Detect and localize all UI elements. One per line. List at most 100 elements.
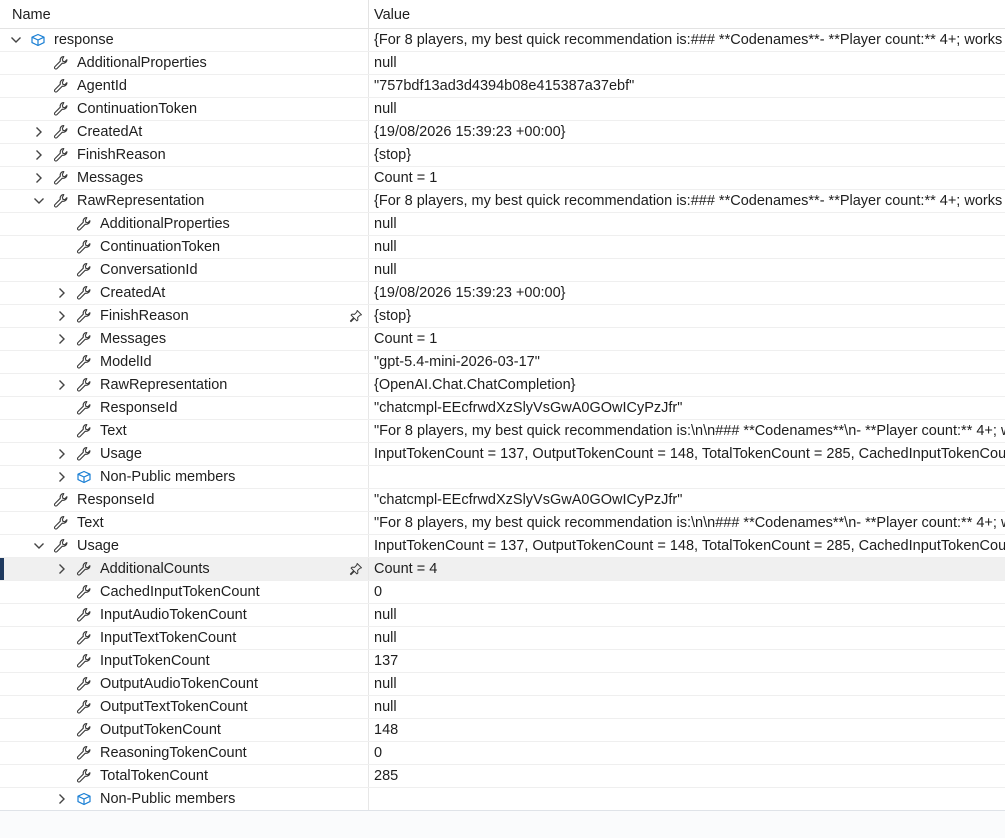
tree-row-usage[interactable]: Usage InputTokenCount = 137, OutputTokenC… (0, 535, 1005, 558)
name-cell[interactable]: OutputTextTokenCount (0, 696, 368, 718)
value-cell[interactable]: "chatcmpl-EEcfrwdXzSlyVsGwA0GOwICyPzJfr" (368, 397, 1005, 419)
value-cell[interactable]: 0 (368, 581, 1005, 603)
value-cell[interactable]: "For 8 players, my best quick recommenda… (368, 420, 1005, 442)
chevron-down-icon[interactable] (33, 540, 45, 552)
name-cell[interactable]: Usage (0, 535, 368, 557)
name-column-header[interactable]: Name (12, 0, 51, 28)
value-cell[interactable]: null (368, 696, 1005, 718)
name-cell[interactable]: CreatedAt (0, 282, 368, 304)
value-cell[interactable]: 148 (368, 719, 1005, 741)
tree-row-continuationtoken[interactable]: ContinuationToken null (0, 236, 1005, 259)
name-cell[interactable]: ModelId (0, 351, 368, 373)
chevron-right-icon[interactable] (56, 379, 68, 391)
tree-row-additionalcounts[interactable]: AdditionalCounts Count = 4 (0, 558, 1005, 581)
name-cell[interactable]: OutputTokenCount (0, 719, 368, 741)
chevron-right-icon[interactable] (56, 471, 68, 483)
name-cell[interactable]: RawRepresentation (0, 374, 368, 396)
value-cell[interactable]: 285 (368, 765, 1005, 787)
tree-row-conversationid[interactable]: ConversationId null (0, 259, 1005, 282)
name-cell[interactable]: Messages (0, 167, 368, 189)
tree-row-text[interactable]: Text "For 8 players, my best quick recomm… (0, 420, 1005, 443)
tree-row-messages[interactable]: Messages Count = 1 (0, 328, 1005, 351)
name-cell[interactable]: FinishReason (0, 305, 368, 327)
value-cell[interactable]: null (368, 236, 1005, 258)
value-cell[interactable]: 137 (368, 650, 1005, 672)
tree-row-rawrepresentation[interactable]: RawRepresentation {OpenAI.Chat.ChatComple… (0, 374, 1005, 397)
value-cell[interactable]: {stop} (368, 305, 1005, 327)
tree-row-non-public-members[interactable]: Non-Public members (0, 466, 1005, 489)
value-cell[interactable]: InputTokenCount = 137, OutputTokenCount … (368, 535, 1005, 557)
tree-row-reasoningtokencount[interactable]: ReasoningTokenCount 0 (0, 742, 1005, 765)
tree-row-text[interactable]: Text "For 8 players, my best quick recomm… (0, 512, 1005, 535)
value-cell[interactable]: null (368, 604, 1005, 626)
value-cell[interactable]: null (368, 98, 1005, 120)
value-cell[interactable] (368, 466, 1005, 488)
tree-row-finishreason[interactable]: FinishReason {stop} (0, 305, 1005, 328)
value-cell[interactable]: {OpenAI.Chat.ChatCompletion} (368, 374, 1005, 396)
name-cell[interactable]: FinishReason (0, 144, 368, 166)
name-cell[interactable]: ResponseId (0, 397, 368, 419)
value-cell[interactable]: {stop} (368, 144, 1005, 166)
name-cell[interactable]: AdditionalProperties (0, 52, 368, 74)
name-cell[interactable]: OutputAudioTokenCount (0, 673, 368, 695)
value-cell[interactable]: null (368, 627, 1005, 649)
tree-row-rawrepresentation[interactable]: RawRepresentation {For 8 players, my best… (0, 190, 1005, 213)
name-cell[interactable]: ContinuationToken (0, 98, 368, 120)
name-cell[interactable]: CreatedAt (0, 121, 368, 143)
value-cell[interactable]: "chatcmpl-EEcfrwdXzSlyVsGwA0GOwICyPzJfr" (368, 489, 1005, 511)
name-cell[interactable]: ContinuationToken (0, 236, 368, 258)
tree-row-additionalproperties[interactable]: AdditionalProperties null (0, 213, 1005, 236)
name-cell[interactable]: Usage (0, 443, 368, 465)
tree-row-outputaudiotokencount[interactable]: OutputAudioTokenCount null (0, 673, 1005, 696)
tree-row-non-public-members[interactable]: Non-Public members (0, 788, 1005, 811)
name-cell[interactable]: ReasoningTokenCount (0, 742, 368, 764)
value-cell[interactable] (368, 788, 1005, 810)
value-cell[interactable]: {For 8 players, my best quick recommenda… (368, 29, 1005, 51)
tree-row-continuationtoken[interactable]: ContinuationToken null (0, 98, 1005, 121)
value-cell[interactable]: null (368, 259, 1005, 281)
column-divider[interactable] (368, 0, 369, 28)
pin-icon[interactable] (349, 309, 363, 323)
value-cell[interactable]: {For 8 players, my best quick recommenda… (368, 190, 1005, 212)
chevron-right-icon[interactable] (56, 287, 68, 299)
chevron-down-icon[interactable] (10, 34, 22, 46)
tree-row-createdat[interactable]: CreatedAt {19/08/2026 15:39:23 +00:00} (0, 282, 1005, 305)
tree-row-createdat[interactable]: CreatedAt {19/08/2026 15:39:23 +00:00} (0, 121, 1005, 144)
tree-row-inputtexttokencount[interactable]: InputTextTokenCount null (0, 627, 1005, 650)
value-cell[interactable]: null (368, 213, 1005, 235)
tree-row-response[interactable]: response {For 8 players, my best quick re… (0, 29, 1005, 52)
name-cell[interactable]: CachedInputTokenCount (0, 581, 368, 603)
name-cell[interactable]: AgentId (0, 75, 368, 97)
value-cell[interactable]: Count = 1 (368, 328, 1005, 350)
chevron-right-icon[interactable] (33, 126, 45, 138)
value-cell[interactable]: Count = 1 (368, 167, 1005, 189)
value-column-header[interactable]: Value (374, 0, 410, 28)
tree-row-finishreason[interactable]: FinishReason {stop} (0, 144, 1005, 167)
value-cell[interactable]: "gpt-5.4-mini-2026-03-17" (368, 351, 1005, 373)
name-cell[interactable]: Text (0, 420, 368, 442)
tree-row-outputtokencount[interactable]: OutputTokenCount 148 (0, 719, 1005, 742)
value-cell[interactable]: 0 (368, 742, 1005, 764)
value-cell[interactable]: "For 8 players, my best quick recommenda… (368, 512, 1005, 534)
value-cell[interactable]: "757bdf13ad3d4394b08e415387a37ebf" (368, 75, 1005, 97)
name-cell[interactable]: Non-Public members (0, 788, 368, 810)
chevron-right-icon[interactable] (56, 333, 68, 345)
chevron-right-icon[interactable] (33, 149, 45, 161)
pin-icon[interactable] (349, 562, 363, 576)
name-cell[interactable]: response (0, 29, 368, 51)
tree-row-inputtokencount[interactable]: InputTokenCount 137 (0, 650, 1005, 673)
name-cell[interactable]: AdditionalCounts (0, 558, 368, 580)
tree-row-totaltokencount[interactable]: TotalTokenCount 285 (0, 765, 1005, 788)
name-cell[interactable]: ResponseId (0, 489, 368, 511)
name-cell[interactable]: InputTokenCount (0, 650, 368, 672)
tree-row-inputaudiotokencount[interactable]: InputAudioTokenCount null (0, 604, 1005, 627)
tree-row-messages[interactable]: Messages Count = 1 (0, 167, 1005, 190)
tree-row-modelid[interactable]: ModelId "gpt-5.4-mini-2026-03-17" (0, 351, 1005, 374)
tree-row-additionalproperties[interactable]: AdditionalProperties null (0, 52, 1005, 75)
tree-row-responseid[interactable]: ResponseId "chatcmpl-EEcfrwdXzSlyVsGwA0GO… (0, 397, 1005, 420)
tree-row-outputtexttokencount[interactable]: OutputTextTokenCount null (0, 696, 1005, 719)
value-cell[interactable]: {19/08/2026 15:39:23 +00:00} (368, 121, 1005, 143)
chevron-down-icon[interactable] (33, 195, 45, 207)
name-cell[interactable]: Text (0, 512, 368, 534)
tree-row-usage[interactable]: Usage InputTokenCount = 137, OutputTokenC… (0, 443, 1005, 466)
